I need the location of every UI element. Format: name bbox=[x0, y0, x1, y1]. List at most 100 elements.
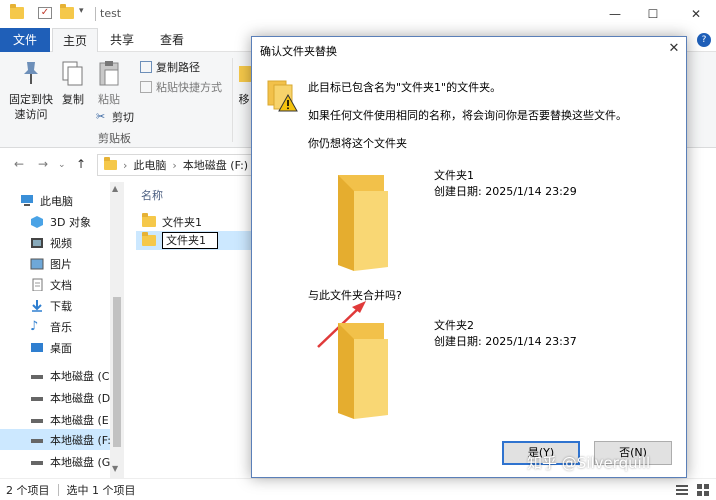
incoming-folder-icon bbox=[332, 319, 390, 419]
back-icon[interactable]: ← bbox=[14, 157, 24, 171]
scissors-icon: ✂ bbox=[96, 110, 106, 123]
pin-quick-access-label: 固定到快 速访问 bbox=[9, 93, 53, 121]
confirm-folder-replace-dialog: 确认文件夹替换 ✕ 此目标已包含名为"文件夹1"的文件夹。 如果任何文件使用相同… bbox=[251, 36, 687, 478]
sidebar-item-label: 桌面 bbox=[50, 341, 72, 355]
recent-dropdown-icon[interactable]: ⌄ bbox=[58, 160, 66, 170]
sidebar-item-label: 此电脑 bbox=[40, 194, 73, 208]
file-name: 文件夹1 bbox=[162, 215, 202, 229]
dialog-message-line1: 此目标已包含名为"文件夹1"的文件夹。 bbox=[308, 81, 502, 94]
new-folder-icon[interactable] bbox=[60, 4, 74, 19]
minimize-icon[interactable]: — bbox=[605, 4, 625, 24]
sidebar-item-label: 音乐 bbox=[50, 320, 72, 334]
folder-icon bbox=[142, 213, 156, 227]
scroll-up-icon[interactable]: ▲ bbox=[112, 184, 118, 193]
paste-button[interactable]: 粘贴 bbox=[94, 58, 124, 107]
sidebar-item-label: 3D 对象 bbox=[50, 215, 91, 229]
sidebar-item-label: 本地磁盘 (C bbox=[50, 369, 110, 383]
tab-view[interactable]: 查看 bbox=[152, 28, 192, 52]
up-icon[interactable]: ↑ bbox=[76, 157, 86, 171]
address-separator: › bbox=[172, 158, 177, 172]
navigation-pane: 此电脑 3D 对象 视频 图片 文档 下载 ♪ 音乐 桌面 本地磁盘 (C 本地… bbox=[0, 182, 124, 478]
warning-folder-icon bbox=[266, 77, 298, 113]
address-folder-icon bbox=[104, 157, 117, 170]
folder-icon bbox=[10, 4, 24, 19]
status-separator bbox=[57, 483, 59, 496]
rename-input[interactable]: 文件夹1 bbox=[162, 232, 218, 249]
video-icon bbox=[30, 236, 44, 249]
copy-icon bbox=[59, 58, 87, 88]
paste-shortcut-button[interactable]: 粘贴快捷方式 bbox=[140, 78, 222, 96]
quick-access-dropdown-icon[interactable]: ▾ bbox=[79, 6, 84, 16]
sidebar-item-this-pc[interactable]: 此电脑 bbox=[20, 190, 124, 211]
properties-icon[interactable]: ✓ bbox=[38, 7, 52, 19]
download-icon bbox=[30, 299, 44, 312]
copy-path-button[interactable]: 复制路径 bbox=[140, 58, 200, 76]
tab-share[interactable]: 共享 bbox=[102, 28, 142, 52]
status-bar: 2 个项目 选中 1 个项目 bbox=[0, 478, 716, 500]
existing-folder-icon bbox=[332, 171, 390, 271]
existing-folder-name: 文件夹1 bbox=[434, 169, 474, 182]
move-to-label: 移 bbox=[238, 93, 250, 106]
drive-icon bbox=[30, 455, 44, 468]
sidebar-item-label: 文档 bbox=[50, 278, 72, 292]
details-view-icon[interactable] bbox=[676, 484, 688, 499]
scrollbar-thumb[interactable] bbox=[113, 297, 121, 447]
column-header-name[interactable]: 名称 bbox=[141, 187, 163, 203]
status-selected-count: 选中 1 个项目 bbox=[66, 483, 136, 497]
document-icon bbox=[30, 278, 44, 292]
close-icon[interactable]: ✕ bbox=[686, 4, 706, 24]
pc-icon bbox=[20, 194, 34, 207]
folder-icon bbox=[142, 232, 156, 246]
pin-quick-access-button[interactable]: 固定到快 速访问 bbox=[6, 58, 56, 122]
breadcrumb-this-pc[interactable]: 此电脑 bbox=[133, 157, 166, 173]
cube-icon bbox=[30, 215, 44, 228]
cut-label: 剪切 bbox=[112, 111, 134, 124]
pin-icon bbox=[17, 58, 45, 88]
pictures-icon bbox=[30, 257, 44, 270]
status-item-count: 2 个项目 bbox=[6, 483, 50, 497]
help-icon[interactable]: ? bbox=[697, 33, 711, 47]
explorer-titlebar: ✓ ▾ test — ☐ ✕ bbox=[0, 0, 716, 28]
tab-file[interactable]: 文件 bbox=[0, 28, 50, 52]
sidebar-item-label: 下载 bbox=[50, 299, 72, 313]
forward-icon[interactable]: → bbox=[38, 157, 48, 171]
drive-icon bbox=[30, 391, 44, 404]
incoming-folder-name: 文件夹2 bbox=[434, 319, 474, 332]
sidebar-item-label: 图片 bbox=[50, 257, 72, 271]
paste-shortcut-icon bbox=[140, 81, 152, 93]
sidebar-item-label: 本地磁盘 (F: bbox=[50, 433, 110, 447]
paste-label: 粘贴 bbox=[98, 93, 120, 106]
music-icon: ♪ bbox=[30, 319, 39, 334]
titlebar-separator bbox=[95, 7, 96, 21]
breadcrumb-drive-f[interactable]: 本地磁盘 (F:) bbox=[183, 157, 248, 173]
drive-icon bbox=[30, 433, 44, 446]
tab-home[interactable]: 主页 bbox=[52, 28, 98, 52]
sidebar-scrollbar[interactable]: ▲ ▼ bbox=[110, 182, 124, 478]
dialog-close-icon[interactable]: ✕ bbox=[664, 39, 684, 59]
drive-icon bbox=[30, 369, 44, 382]
cut-button[interactable]: ✂ 剪切 bbox=[96, 108, 134, 126]
copy-path-icon bbox=[140, 61, 152, 73]
copy-path-label: 复制路径 bbox=[156, 61, 200, 74]
desktop-icon bbox=[30, 341, 44, 354]
sidebar-item-label: 本地磁盘 (E bbox=[50, 413, 109, 427]
paste-icon bbox=[95, 58, 123, 88]
scroll-down-icon[interactable]: ▼ bbox=[112, 464, 118, 473]
copy-button[interactable]: 复制 bbox=[58, 58, 88, 107]
address-bar[interactable]: › 此电脑 › 本地磁盘 (F:) bbox=[97, 154, 257, 176]
ribbon-group-separator bbox=[232, 58, 233, 142]
incoming-folder-date: 创建日期: 2025/1/14 23:37 bbox=[434, 335, 577, 348]
move-to-icon bbox=[237, 58, 251, 88]
paste-shortcut-label: 粘贴快捷方式 bbox=[156, 81, 222, 94]
sidebar-item-label: 本地磁盘 (G bbox=[50, 455, 111, 469]
clipboard-group-label: 剪贴板 bbox=[98, 132, 131, 145]
existing-folder-date: 创建日期: 2025/1/14 23:29 bbox=[434, 185, 577, 198]
copy-label: 复制 bbox=[62, 93, 84, 106]
dialog-message-line2: 如果任何文件使用相同的名称，将会询问你是否要替换这些文件。 bbox=[308, 109, 627, 122]
address-separator: › bbox=[123, 158, 128, 172]
sidebar-item-drive-f[interactable]: 本地磁盘 (F: bbox=[0, 429, 110, 450]
sidebar-item-label: 视频 bbox=[50, 236, 72, 250]
maximize-icon[interactable]: ☐ bbox=[643, 4, 663, 24]
large-icons-view-icon[interactable] bbox=[697, 484, 709, 499]
move-to-button[interactable]: 移 bbox=[236, 58, 252, 107]
